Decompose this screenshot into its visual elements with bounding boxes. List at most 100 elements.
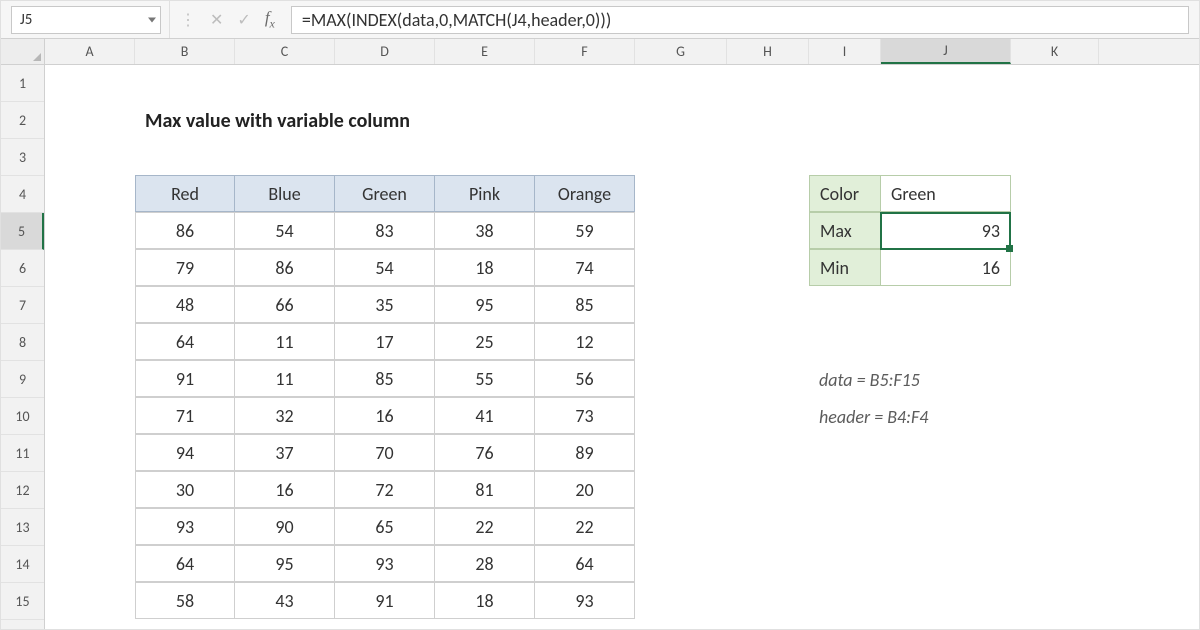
cell-J8[interactable] [881,324,1011,361]
column-header-F[interactable]: F [535,39,635,64]
row-header-3[interactable]: 3 [1,139,44,176]
cell-H5[interactable] [727,213,809,250]
cell-I14[interactable] [809,546,881,583]
cell-G14[interactable] [635,546,727,583]
cell-J13[interactable] [881,509,1011,546]
cell-J7[interactable] [881,287,1011,324]
row-header-6[interactable]: 6 [1,250,44,287]
cell-G8[interactable] [635,324,727,361]
cell-H7[interactable] [727,287,809,324]
table-header-pink[interactable]: Pink [435,175,535,212]
table-cell[interactable]: 89 [535,434,635,471]
column-header-D[interactable]: D [335,39,435,64]
cell-K9[interactable] [1011,361,1099,398]
cell-H6[interactable] [727,250,809,287]
lookup-min-value[interactable]: 16 [881,249,1011,286]
table-cell[interactable]: 64 [535,545,635,582]
table-cell[interactable]: 90 [235,508,335,545]
formula-bar-resize-icon[interactable] [180,10,196,30]
table-cell[interactable]: 18 [435,582,535,619]
cell-H11[interactable] [727,435,809,472]
column-header-C[interactable]: C [235,39,335,64]
cell-G4[interactable] [635,176,727,213]
cell-H14[interactable] [727,546,809,583]
cell-J9[interactable] [881,361,1011,398]
table-cell[interactable]: 85 [535,286,635,323]
table-cell[interactable]: 70 [335,434,435,471]
cell-G7[interactable] [635,287,727,324]
table-cell[interactable]: 79 [135,249,235,286]
row-header-13[interactable]: 13 [1,509,44,546]
table-cell[interactable]: 11 [235,360,335,397]
table-cell[interactable]: 91 [135,360,235,397]
cell-I2[interactable] [809,102,881,139]
lookup-color-value[interactable]: Green [881,175,1011,212]
table-cell[interactable]: 95 [435,286,535,323]
table-cell[interactable]: 22 [435,508,535,545]
table-cell[interactable]: 76 [435,434,535,471]
table-cell[interactable]: 59 [535,212,635,249]
table-cell[interactable]: 94 [135,434,235,471]
table-header-red[interactable]: Red [135,175,235,212]
table-cell[interactable]: 86 [235,249,335,286]
cell-G6[interactable] [635,250,727,287]
table-cell[interactable]: 12 [535,323,635,360]
cell-A9[interactable] [45,361,135,398]
cell-D3[interactable] [335,139,435,176]
select-all-corner[interactable] [1,39,45,64]
row-header-15[interactable]: 15 [1,583,44,620]
table-header-blue[interactable]: Blue [235,175,335,212]
table-cell[interactable]: 66 [235,286,335,323]
cell-G3[interactable] [635,139,727,176]
cell-G11[interactable] [635,435,727,472]
table-cell[interactable]: 20 [535,471,635,508]
cell-K10[interactable] [1011,398,1099,435]
cell-H9[interactable] [727,361,809,398]
cell-J3[interactable] [881,139,1011,176]
row-header-7[interactable]: 7 [1,287,44,324]
cell-K2[interactable] [1011,102,1099,139]
cell-K13[interactable] [1011,509,1099,546]
name-box[interactable]: J5 [11,6,161,34]
cell-G10[interactable] [635,398,727,435]
cell-A13[interactable] [45,509,135,546]
cell-H8[interactable] [727,324,809,361]
column-header-H[interactable]: H [727,39,809,64]
cell-F1[interactable] [535,65,635,102]
cell-G13[interactable] [635,509,727,546]
cell-A3[interactable] [45,139,135,176]
column-header-B[interactable]: B [135,39,235,64]
table-cell[interactable]: 11 [235,323,335,360]
table-cell[interactable]: 91 [335,582,435,619]
formula-input[interactable]: =MAX(INDEX(data,0,MATCH(J4,header,0))) [291,6,1189,34]
cell-I8[interactable] [809,324,881,361]
table-cell[interactable]: 58 [135,582,235,619]
cell-H13[interactable] [727,509,809,546]
table-cell[interactable]: 95 [235,545,335,582]
row-header-5[interactable]: 5 [1,213,44,250]
table-cell[interactable]: 71 [135,397,235,434]
table-cell[interactable]: 86 [135,212,235,249]
table-cell[interactable]: 64 [135,323,235,360]
cancel-icon[interactable] [210,10,223,30]
table-header-orange[interactable]: Orange [535,175,635,212]
table-cell[interactable]: 93 [535,582,635,619]
row-header-2[interactable]: 2 [1,102,44,139]
row-header-12[interactable]: 12 [1,472,44,509]
cell-K3[interactable] [1011,139,1099,176]
name-box-dropdown-icon[interactable] [148,17,156,22]
column-header-K[interactable]: K [1011,39,1099,64]
cell-E2[interactable] [435,102,535,139]
column-header-I[interactable]: I [809,39,881,64]
cell-K1[interactable] [1011,65,1099,102]
table-cell[interactable]: 16 [335,397,435,434]
table-cell[interactable]: 28 [435,545,535,582]
cell-B1[interactable] [135,65,235,102]
cell-G9[interactable] [635,361,727,398]
cell-K14[interactable] [1011,546,1099,583]
cell-J2[interactable] [881,102,1011,139]
cell-I1[interactable] [809,65,881,102]
column-header-J[interactable]: J [881,39,1011,64]
cell-H3[interactable] [727,139,809,176]
column-header-G[interactable]: G [635,39,727,64]
